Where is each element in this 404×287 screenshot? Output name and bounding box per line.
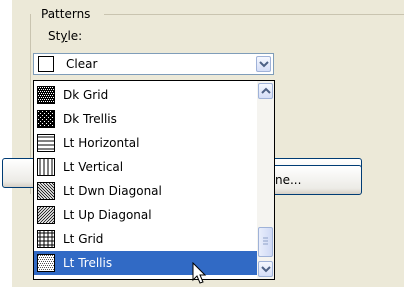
scroll-up-button[interactable]	[258, 83, 273, 99]
dk-trellis-swatch	[37, 110, 55, 128]
dk-grid-swatch	[37, 86, 55, 104]
pattern-item-label: Dk Trellis	[63, 112, 117, 126]
lt-up-diagonal-swatch	[37, 206, 55, 224]
pattern-item-lt-up-diagonal[interactable]: Lt Up Diagonal	[34, 203, 258, 227]
style-combobox[interactable]: Clear	[33, 53, 274, 75]
combo-value: Clear	[66, 57, 98, 71]
pattern-item-label: Lt Horizontal	[63, 136, 140, 150]
pattern-item-lt-grid[interactable]: Lt Grid	[34, 227, 258, 251]
group-title: Patterns	[38, 6, 94, 22]
more-button-label: ne...	[275, 173, 302, 187]
pattern-item-label: Lt Up Diagonal	[63, 208, 152, 222]
lt-vertical-swatch	[37, 158, 55, 176]
pattern-item-dk-grid[interactable]: Dk Grid	[34, 83, 258, 107]
pattern-item-dk-trellis[interactable]: Dk Trellis	[34, 107, 258, 131]
chevron-down-icon	[261, 266, 271, 273]
pattern-item-lt-dwn-diagonal[interactable]: Lt Dwn Diagonal	[34, 179, 258, 203]
vertical-scrollbar[interactable]	[257, 81, 274, 279]
lt-horizontal-swatch	[37, 134, 55, 152]
lt-dwn-diagonal-swatch	[37, 182, 55, 200]
pattern-item-lt-horizontal[interactable]: Lt Horizontal	[34, 131, 258, 155]
pattern-item-label: Lt Vertical	[63, 160, 124, 174]
pattern-item-label: Lt Grid	[63, 232, 104, 246]
more-button[interactable]: ne...	[262, 165, 362, 195]
scroll-down-button[interactable]	[258, 261, 273, 277]
grip-icon	[263, 237, 268, 245]
chevron-up-icon	[261, 87, 271, 94]
group-border-top	[104, 14, 404, 15]
pattern-item-lt-trellis[interactable]: Lt Trellis	[34, 251, 258, 275]
pattern-item-label: Dk Grid	[63, 88, 109, 102]
pattern-item-label: Lt Dwn Diagonal	[63, 184, 162, 198]
clear-pattern-swatch	[38, 56, 54, 72]
scroll-thumb[interactable]	[258, 227, 273, 257]
pattern-item-label: Lt Trellis	[63, 256, 113, 270]
mouse-cursor-icon	[192, 262, 207, 284]
pattern-item-lt-vertical[interactable]: Lt Vertical	[34, 155, 258, 179]
combo-dropdown-button[interactable]	[256, 56, 271, 72]
lt-grid-swatch	[37, 230, 55, 248]
style-label: Style:	[48, 29, 83, 43]
chevron-down-icon	[259, 61, 269, 68]
style-dropdown-list[interactable]: Dk Grid Dk Trellis Lt Horizontal Lt Vertica…	[33, 80, 275, 280]
lt-trellis-swatch	[37, 254, 55, 272]
